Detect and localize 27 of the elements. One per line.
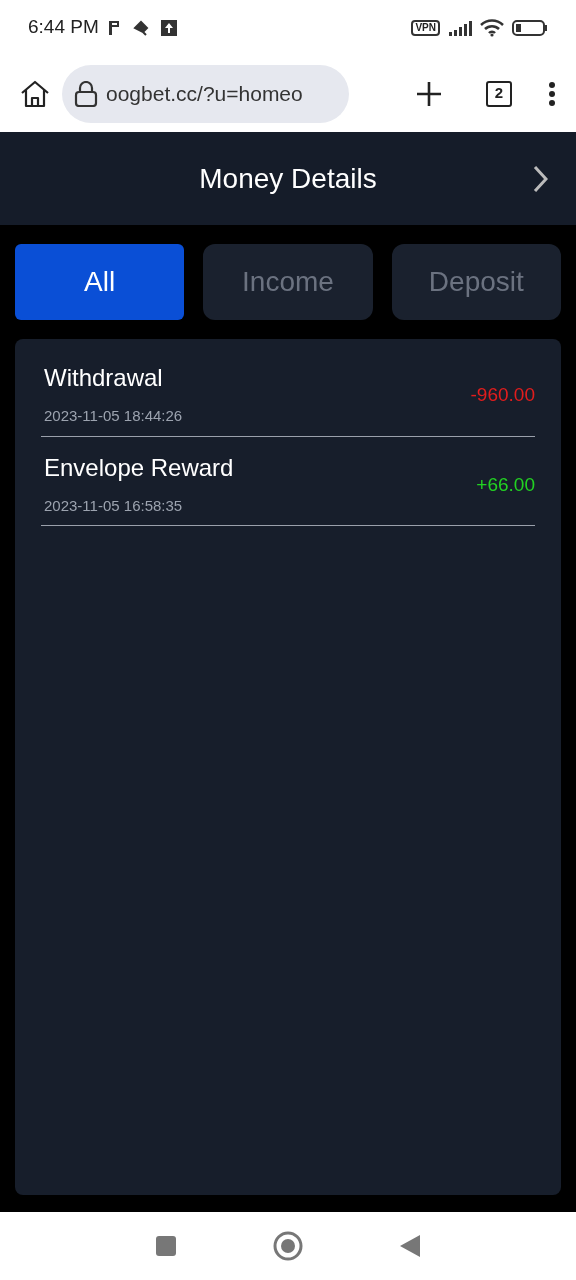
transaction-time: 2023-11-05 18:44:26	[44, 406, 184, 426]
wifi-icon	[480, 18, 504, 37]
battery-icon	[512, 18, 548, 37]
transaction-time: 2023-11-05 16:58:35	[44, 495, 184, 516]
menu-icon[interactable]	[548, 80, 556, 107]
back-icon[interactable]	[399, 1234, 421, 1258]
signal-icon	[448, 19, 472, 36]
url-text: oogbet.cc/?u=homeo	[106, 80, 303, 107]
vpn-badge: VPN	[411, 19, 440, 36]
transaction-title: Withdrawal	[44, 363, 164, 393]
home-button-icon[interactable]	[273, 1231, 303, 1261]
address-bar[interactable]: oogbet.cc/?u=homeo	[62, 64, 349, 123]
recents-icon[interactable]	[155, 1235, 177, 1257]
filter-tab[interactable]: All	[15, 244, 185, 320]
transaction-title: Envelope Reward	[44, 452, 235, 483]
notification-icon	[132, 19, 149, 36]
chevron-right-icon[interactable]	[532, 164, 548, 193]
home-icon[interactable]	[20, 79, 50, 108]
notification-icon	[106, 18, 121, 37]
tab-count-button[interactable]: 2	[486, 80, 512, 107]
plus-icon[interactable]	[416, 80, 442, 107]
status-time: 6:44 PM	[28, 15, 99, 40]
lock-icon	[74, 80, 98, 107]
page-title: Money Details	[199, 161, 377, 196]
transaction-amount: +66.00	[476, 472, 535, 497]
transaction-amount: -960.00	[470, 383, 535, 407]
upload-icon	[160, 19, 177, 36]
